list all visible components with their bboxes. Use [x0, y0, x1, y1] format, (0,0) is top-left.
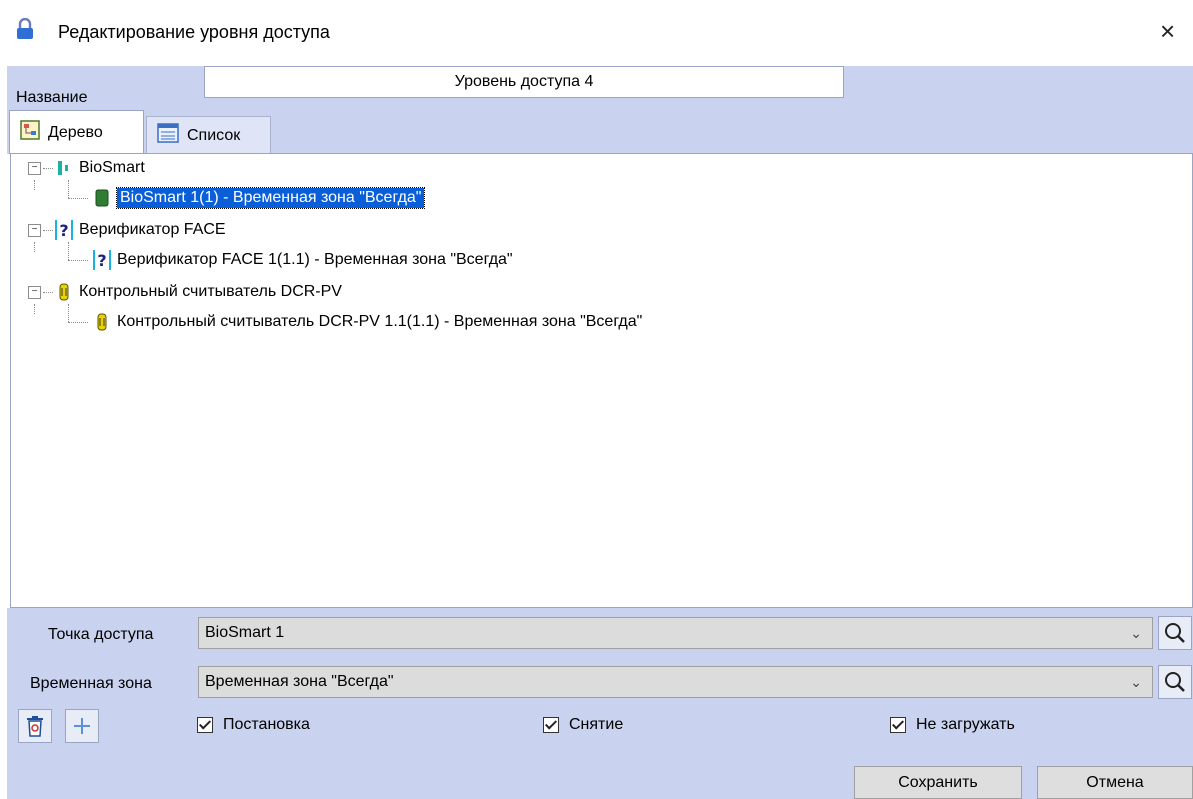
tree-item-label: BioSmart 1(1) - Временная зона "Всегда" — [115, 187, 426, 209]
add-button[interactable] — [65, 709, 99, 743]
chevron-down-icon: ⌄ — [1130, 625, 1142, 641]
time-zone-select[interactable]: Временная зона "Всегда" ⌄ — [198, 666, 1153, 698]
access-point-search-button[interactable] — [1158, 616, 1192, 650]
question-icon: ? — [93, 250, 111, 270]
tree-connector — [68, 242, 69, 260]
window-title: Редактирование уровня доступа — [58, 22, 330, 42]
svg-text:?: ? — [59, 221, 68, 240]
arming-checkbox[interactable]: Постановка — [197, 716, 310, 734]
plus-icon — [74, 718, 90, 734]
no-load-checkbox[interactable]: Не загружать — [890, 716, 1015, 734]
checkbox-checked-icon[interactable] — [890, 717, 906, 733]
svg-text:?: ? — [97, 251, 106, 270]
access-point-select[interactable]: BioSmart 1 ⌄ — [198, 617, 1153, 649]
list-view-icon — [157, 123, 179, 148]
collapse-icon[interactable]: − — [28, 161, 41, 175]
tree-view-icon — [20, 120, 40, 145]
access-point-value: BioSmart 1 — [205, 624, 285, 641]
tree-group-face[interactable]: − ? Верификатор FACE — [28, 218, 226, 242]
tree-connector — [68, 198, 88, 199]
tab-list-label: Список — [187, 126, 241, 144]
tree-item-label: Верификатор FACE 1(1.1) - Временная зона… — [117, 251, 513, 268]
cancel-button[interactable]: Отмена — [1037, 766, 1193, 799]
chevron-down-icon: ⌄ — [1130, 674, 1142, 690]
biosmart-icon — [55, 159, 73, 177]
tree-connector — [68, 180, 69, 198]
access-tree[interactable]: − BioSmart BioSmart 1(1) - Временная зон… — [10, 153, 1193, 608]
name-label: Название — [16, 89, 88, 106]
tree-connector — [68, 304, 69, 322]
checkbox-checked-icon[interactable] — [197, 717, 213, 733]
tree-group-label: Контрольный считыватель DCR-PV — [79, 283, 342, 300]
time-zone-search-button[interactable] — [1158, 665, 1192, 699]
delete-button[interactable] — [18, 709, 52, 743]
tree-connector — [34, 180, 35, 190]
no-load-label: Не загружать — [916, 716, 1015, 733]
collapse-icon[interactable]: − — [28, 223, 41, 237]
question-icon: ? — [55, 220, 73, 240]
checkbox-checked-icon[interactable] — [543, 717, 559, 733]
tree-item-face-1[interactable]: ? Верификатор FACE 1(1.1) - Временная зо… — [93, 248, 513, 272]
tree-item-dcr-1[interactable]: Контрольный считыватель DCR-PV 1.1(1.1) … — [93, 310, 642, 334]
tree-group-dcr[interactable]: − Контрольный считыватель DCR-PV — [28, 280, 342, 304]
tree-connector — [68, 260, 88, 261]
reader-icon — [55, 283, 73, 301]
tab-tree-label: Дерево — [48, 123, 103, 141]
collapse-icon[interactable]: − — [28, 285, 41, 299]
close-button[interactable]: × — [1160, 16, 1175, 46]
trash-icon — [27, 716, 43, 737]
tree-group-biosmart[interactable]: − BioSmart — [28, 156, 145, 180]
disarming-checkbox[interactable]: Снятие — [543, 716, 623, 734]
tab-tree[interactable]: Дерево — [9, 110, 144, 154]
lock-icon — [16, 17, 34, 45]
access-point-label: Точка доступа — [48, 626, 154, 643]
search-icon — [1165, 623, 1185, 643]
tree-connector — [34, 242, 35, 252]
reader-icon — [93, 313, 111, 331]
save-button[interactable]: Сохранить — [854, 766, 1022, 799]
tree-connector — [34, 304, 35, 314]
tree-connector — [68, 322, 88, 323]
tree-group-label: BioSmart — [79, 159, 145, 176]
tree-item-biosmart-1[interactable]: BioSmart 1(1) - Временная зона "Всегда" — [93, 186, 426, 210]
tab-list[interactable]: Список — [146, 116, 271, 154]
biosmart-device-icon — [93, 189, 111, 207]
tree-group-label: Верификатор FACE — [79, 221, 226, 238]
name-input[interactable]: Уровень доступа 4 — [204, 66, 844, 98]
arming-label: Постановка — [223, 716, 310, 733]
search-icon — [1165, 672, 1185, 692]
tree-item-label: Контрольный считыватель DCR-PV 1.1(1.1) … — [117, 313, 643, 330]
disarming-label: Снятие — [569, 716, 624, 733]
time-zone-value: Временная зона "Всегда" — [205, 673, 394, 690]
time-zone-label: Временная зона — [30, 675, 152, 692]
